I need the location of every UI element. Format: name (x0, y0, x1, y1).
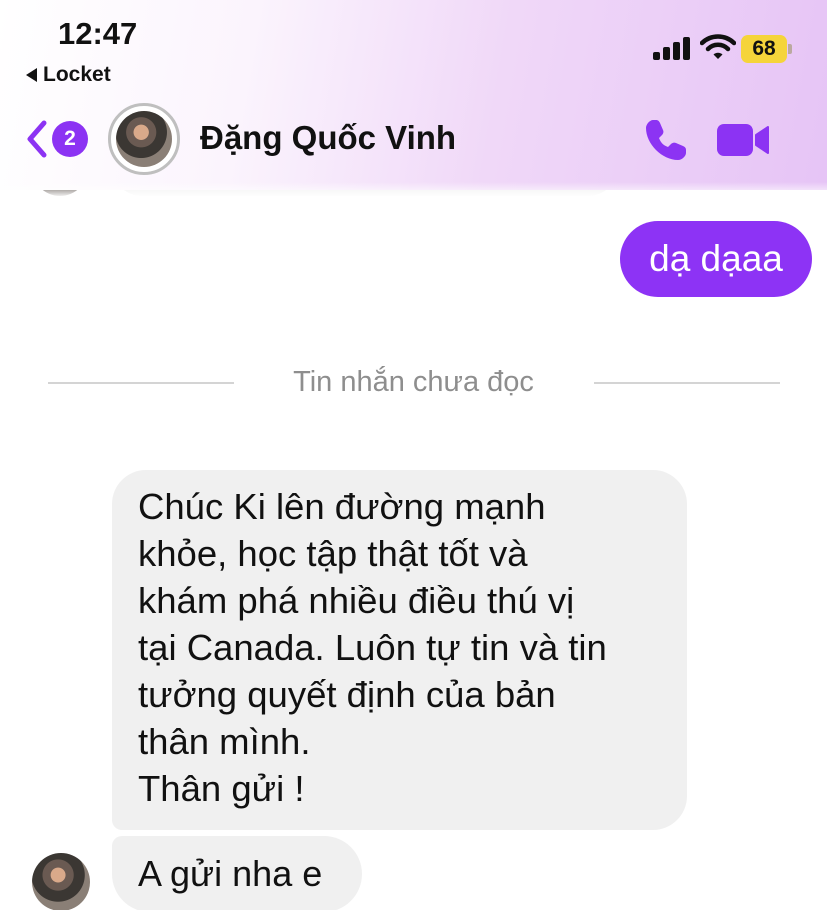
message-line: Thân gửi ! (138, 768, 305, 809)
outgoing-message[interactable]: dạ dạaa (620, 221, 812, 297)
message-line: khỏe, học tập thật tốt và (138, 533, 528, 574)
status-time: 12:47 (58, 16, 138, 51)
message-line: tại Canada. Luôn tự tin và tin (138, 627, 607, 668)
chevron-left-icon (27, 120, 47, 158)
sender-avatar[interactable] (32, 853, 90, 910)
incoming-message[interactable]: A gửi nha e (112, 836, 362, 910)
unread-count-badge[interactable]: 2 (52, 121, 88, 157)
message-line: tưởng quyết định của bản (138, 674, 556, 715)
wifi-icon (700, 34, 736, 59)
battery-cap (788, 44, 792, 54)
message-line: thân mình. (138, 721, 311, 762)
back-to-app-link[interactable]: Locket (26, 63, 111, 87)
back-triangle-icon (26, 68, 37, 82)
message-line: khám phá nhiều điều thú vị (138, 580, 575, 621)
cellular-signal-icon (653, 36, 691, 60)
battery-level: 68 (752, 37, 776, 60)
messenger-chat-screen: dạ dạaa Tin nhắn chưa đọc Chúc Ki lên đư… (0, 0, 827, 910)
video-camera-icon[interactable] (714, 118, 772, 162)
message-line: Chúc Ki lên đường mạnh (138, 486, 546, 527)
contact-avatar[interactable] (108, 103, 180, 175)
incoming-message[interactable]: Chúc Ki lên đường mạnh khỏe, học tập thậ… (112, 470, 687, 830)
avatar-photo (116, 111, 172, 167)
battery-indicator: 68 (741, 35, 793, 63)
contact-name[interactable]: Đặng Quốc Vinh (200, 119, 456, 157)
back-app-label: Locket (43, 63, 111, 86)
phone-icon[interactable] (640, 114, 692, 166)
divider-line-right (594, 382, 780, 384)
